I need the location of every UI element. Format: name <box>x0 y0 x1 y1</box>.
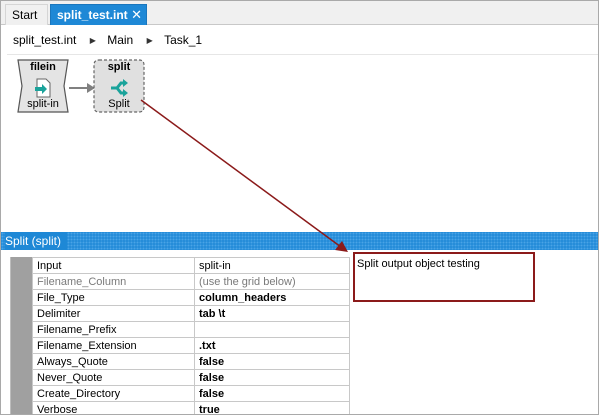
property-name: Create_Directory <box>32 385 195 402</box>
chevron-right-icon: ▶ <box>146 36 153 45</box>
property-name: File_Type <box>32 289 195 306</box>
property-row[interactable]: Always_Quote false <box>32 353 350 370</box>
property-name: Verbose <box>32 401 195 414</box>
property-row[interactable]: Delimiter tab \t <box>32 305 350 322</box>
property-name: Filename_Column <box>32 273 195 290</box>
app-window: Start split_test.int ✕ split_test.int ▶ … <box>0 0 599 415</box>
node-split-name: Split <box>108 98 130 110</box>
close-icon[interactable]: ✕ <box>131 5 142 25</box>
split-icon <box>111 79 128 97</box>
property-name: Delimiter <box>32 305 195 322</box>
property-row[interactable]: Filename_Column (use the grid below) <box>32 273 350 290</box>
panel-title: Split (split) <box>5 232 68 250</box>
property-value[interactable]: false <box>194 369 350 386</box>
property-row[interactable]: Filename_Prefix <box>32 321 350 338</box>
properties-grid: Input split-in Filename_Column (use the gri… <box>32 257 350 414</box>
file-input-icon <box>35 78 51 98</box>
property-row[interactable]: Verbose true <box>32 401 350 414</box>
breadcrumb-item-file[interactable]: split_test.int <box>13 26 76 54</box>
node-filein-label: filein <box>30 61 56 73</box>
flow-canvas[interactable]: filein split-in split Split <box>7 54 598 230</box>
property-row[interactable]: File_Type column_headers <box>32 289 350 306</box>
property-name: Always_Quote <box>32 353 195 370</box>
property-value[interactable]: split-in <box>194 257 350 274</box>
node-split[interactable]: split Split <box>93 59 145 113</box>
property-row[interactable]: Create_Directory false <box>32 385 350 402</box>
property-value[interactable]: column_headers <box>194 289 350 306</box>
tab-start-label: Start <box>12 8 38 22</box>
property-value[interactable]: false <box>194 353 350 370</box>
annotation-note-text: Split output object testing <box>357 258 480 270</box>
tab-split-test-label: split_test.int <box>57 8 128 22</box>
tab-strip: Start split_test.int ✕ <box>1 1 598 25</box>
property-value[interactable] <box>194 321 350 338</box>
property-name: Filename_Prefix <box>32 321 195 338</box>
tab-start[interactable]: Start <box>5 4 48 25</box>
node-filein[interactable]: filein split-in <box>17 59 69 113</box>
property-row[interactable]: Filename_Extension .txt <box>32 337 350 354</box>
property-value[interactable]: true <box>194 401 350 414</box>
annotation-note[interactable]: Split output object testing <box>353 252 535 302</box>
breadcrumb: split_test.int ▶ Main ▶ Task_1 <box>1 26 598 54</box>
property-value[interactable]: (use the grid below) <box>194 273 350 290</box>
node-split-label: split <box>107 61 131 73</box>
property-row[interactable]: Never_Quote false <box>32 369 350 386</box>
property-value[interactable]: .txt <box>194 337 350 354</box>
tab-split-test[interactable]: split_test.int ✕ <box>50 4 147 25</box>
node-filein-name: split-in <box>27 98 59 110</box>
grid-row-headers <box>11 257 32 414</box>
property-row[interactable]: Input split-in <box>32 257 350 274</box>
property-name: Filename_Extension <box>32 337 195 354</box>
breadcrumb-item-main[interactable]: Main <box>107 26 133 54</box>
property-value[interactable]: tab \t <box>194 305 350 322</box>
property-name: Never_Quote <box>32 369 195 386</box>
chevron-right-icon: ▶ <box>89 36 96 45</box>
property-name: Input <box>32 257 195 274</box>
property-value[interactable]: false <box>194 385 350 402</box>
breadcrumb-item-task[interactable]: Task_1 <box>164 26 202 54</box>
properties-panel-header: Split (split) <box>1 232 598 250</box>
properties-panel: Input split-in Filename_Column (use the gri… <box>1 250 598 414</box>
